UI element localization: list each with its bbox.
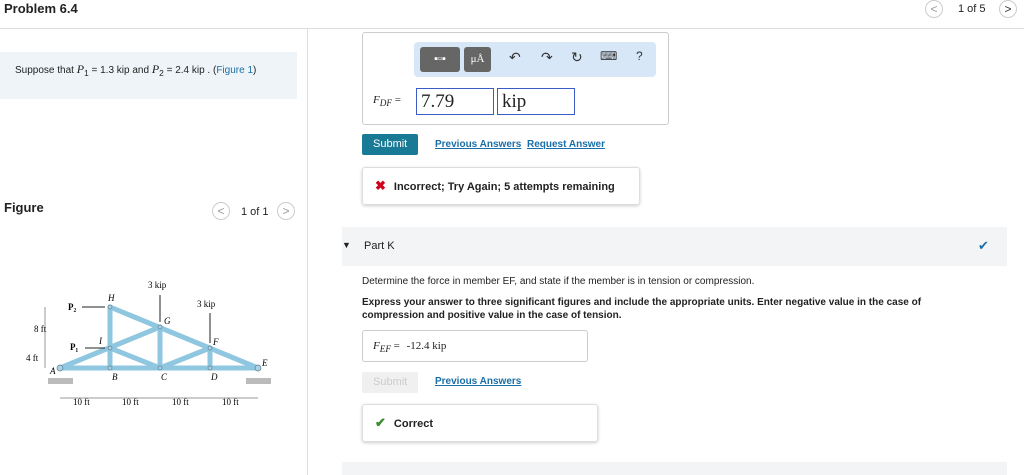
check-icon: ✔ [978, 238, 989, 253]
label-C: C [161, 372, 168, 382]
redo-icon[interactable]: ↷ [541, 49, 553, 66]
help-icon[interactable]: ? [636, 49, 643, 63]
problem-pager: 1 of 5 [958, 3, 986, 15]
label-symbol: F [373, 94, 380, 106]
truss-figure: 3 kip 3 kip H G F E I A B C D P₁ P₂ 8 ft 4 ft 10 ft 10 f… [26, 280, 271, 407]
prev-problem-button[interactable]: < [925, 0, 943, 18]
label-G: G [164, 316, 171, 326]
label-h1: 8 ft [34, 324, 47, 334]
part-k-submit-button: Submit [362, 372, 419, 393]
reset-icon[interactable]: ↻ [571, 49, 583, 66]
correct-feedback: ✔ Correct [362, 404, 598, 442]
value-input[interactable]: 7.79 [416, 88, 494, 115]
check-icon: ✔ [375, 415, 386, 430]
label-w4: 10 ft [222, 397, 239, 407]
label-load2: 3 kip [197, 299, 216, 309]
label-P2: P₂ [68, 302, 76, 312]
label-E: E [261, 358, 268, 368]
divider [307, 29, 308, 475]
feedback-text: Incorrect; Try Again; 5 attempts remaini… [393, 181, 615, 193]
label-F: F [212, 337, 219, 347]
units-input[interactable]: kip [497, 88, 575, 115]
label-D: D [210, 372, 218, 382]
request-answer-link[interactable]: Request Answer [527, 139, 605, 150]
page-title: Problem 6.4 [4, 1, 78, 16]
figure-heading: Figure [4, 200, 44, 215]
units-button[interactable]: μÅ [464, 47, 491, 72]
feedback-text: Correct [393, 418, 434, 430]
prompt-text: ) [253, 65, 257, 76]
p1-symbol: P [76, 62, 85, 76]
prompt-text: = 2.4 kip . ( [163, 65, 217, 76]
previous-answers-link[interactable]: Previous Answers [435, 139, 521, 150]
next-part-header[interactable] [342, 462, 1007, 475]
equals: = [394, 94, 401, 106]
undo-icon[interactable]: ↶ [509, 49, 521, 66]
label-w3: 10 ft [172, 397, 189, 407]
label-h2: 4 ft [26, 353, 39, 363]
label-sub: DF [379, 98, 392, 109]
label-symbol: F [373, 340, 380, 352]
problem-statement: Suppose that P1 = 1.3 kip and P2 = 2.4 k… [0, 52, 297, 99]
label-A: A [49, 366, 56, 376]
fdf-label: FDF = [373, 94, 401, 108]
part-k-instructions: Express your answer to three significant… [362, 297, 922, 321]
collapse-icon[interactable]: ▼ [342, 240, 351, 250]
part-j-answer-box: ▪▫▪ μÅ ↶ ↷ ↻ ⌨ ? FDF = 7.79 kip [362, 32, 669, 125]
next-problem-button[interactable]: > [999, 0, 1017, 18]
keyboard-icon[interactable]: ⌨ [600, 49, 617, 63]
label-B: B [112, 372, 118, 382]
prompt-text: Suppose that [15, 65, 77, 76]
part-k-previous-answers-link[interactable]: Previous Answers [435, 376, 521, 387]
incorrect-feedback: ✖ Incorrect; Try Again; 5 attempts remain… [362, 167, 640, 205]
label-sub: EF [379, 344, 391, 355]
figure-link[interactable]: Figure 1 [216, 65, 253, 76]
figure-pager: 1 of 1 [241, 206, 269, 218]
label-load1: 3 kip [148, 280, 167, 290]
support-a [48, 378, 73, 384]
part-k-answer-box: FEF = -12.4 kip [362, 330, 588, 362]
support-e [246, 378, 271, 384]
math-toolbar: ▪▫▪ μÅ ↶ ↷ ↻ ⌨ ? [414, 42, 656, 77]
label-w1: 10 ft [73, 397, 90, 407]
part-k-question: Determine the force in member EF, and st… [362, 276, 755, 287]
label-H: H [107, 293, 115, 303]
prompt-text: = 1.3 kip and [88, 65, 152, 76]
label-P1: P₁ [70, 342, 78, 352]
fef-label: FEF = -12.4 kip [373, 340, 446, 354]
submitted-answer: -12.4 kip [406, 340, 447, 352]
part-j-submit-button[interactable]: Submit [362, 134, 419, 155]
next-figure-button[interactable]: > [277, 202, 295, 220]
x-icon: ✖ [375, 178, 386, 193]
truss-members [57, 304, 261, 371]
part-k-header[interactable]: ▼ Part K ✔ [342, 227, 1007, 266]
templates-button[interactable]: ▪▫▪ [420, 47, 460, 72]
prev-figure-button[interactable]: < [212, 202, 230, 220]
equals: = [393, 340, 400, 352]
header: Problem 6.4 < 1 of 5 > [0, 0, 1024, 29]
label-w2: 10 ft [122, 397, 139, 407]
label-I: I [98, 336, 103, 346]
part-k-title: Part K [364, 240, 395, 252]
